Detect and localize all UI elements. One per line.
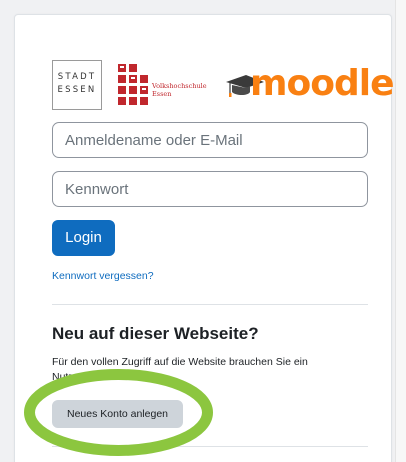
password-input[interactable] bbox=[52, 171, 368, 207]
login-button[interactable]: Login bbox=[52, 220, 115, 256]
stadt-essen-logo-line2: ESSEN bbox=[57, 85, 97, 95]
scrollbar[interactable] bbox=[395, 0, 406, 462]
stadt-essen-logo-line1: STADT bbox=[57, 72, 97, 82]
signup-description: Für den vollen Zugriff auf die Website b… bbox=[52, 356, 308, 383]
divider bbox=[52, 304, 368, 305]
create-account-button[interactable]: Neues Konto anlegen bbox=[52, 400, 183, 428]
divider bbox=[52, 446, 368, 447]
logo-bar: STADT ESSEN Volkshochschule Essen moodle bbox=[52, 60, 395, 110]
vhs-logo-line1: Volkshochschule bbox=[152, 82, 207, 90]
username-input[interactable] bbox=[52, 122, 368, 158]
vhs-logo-icon bbox=[118, 64, 148, 105]
signup-heading: Neu auf dieser Webseite? bbox=[52, 324, 259, 343]
stadt-essen-logo: STADT ESSEN bbox=[52, 60, 102, 110]
login-page: STADT ESSEN Volkshochschule Essen moodle… bbox=[0, 0, 406, 462]
moodle-logo-text: moodle bbox=[250, 63, 395, 104]
vhs-logo-line2: Essen bbox=[152, 90, 172, 98]
forgot-password-link[interactable]: Kennwort vergessen? bbox=[52, 270, 154, 282]
vhs-logo-text: Volkshochschule Essen bbox=[152, 82, 207, 98]
